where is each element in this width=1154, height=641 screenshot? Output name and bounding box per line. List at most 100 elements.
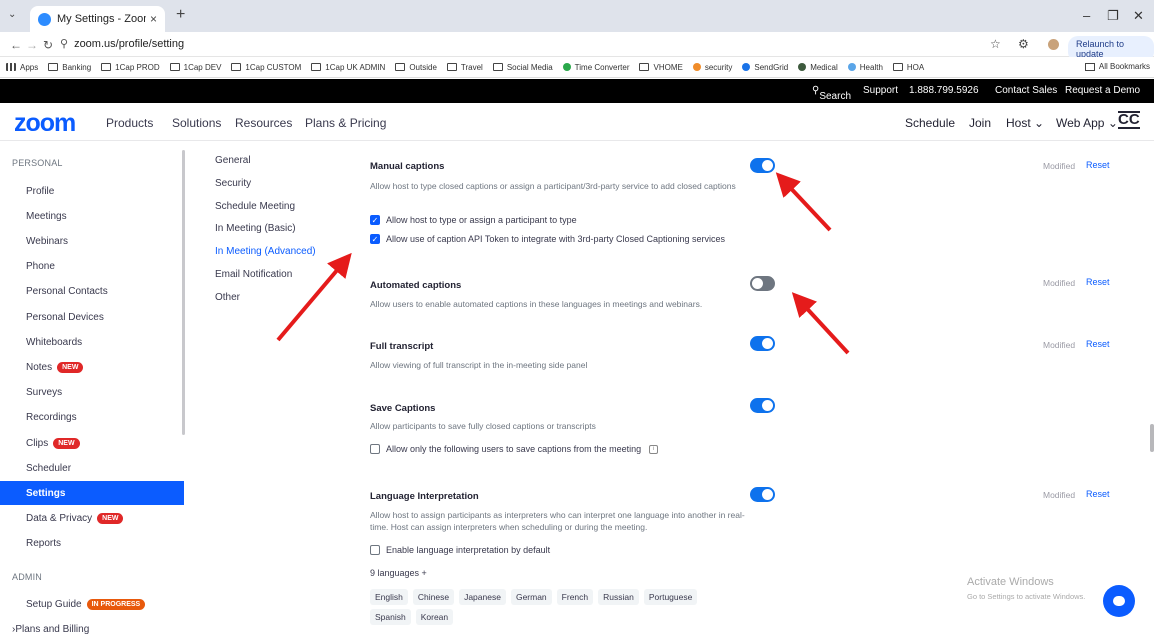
submenu-item-general[interactable]: General [215, 155, 251, 166]
bookmark-item[interactable]: Apps [6, 63, 38, 72]
automated-captions-toggle[interactable] [750, 276, 775, 291]
nav-solutions[interactable]: Solutions [172, 116, 221, 130]
bookmark-item[interactable]: Outside [395, 63, 437, 72]
sidebar-item-recordings[interactable]: Recordings [0, 406, 184, 430]
language-interpretation-toggle[interactable] [750, 487, 775, 502]
nav-web-app[interactable]: Web App ⌄ [1056, 116, 1118, 130]
sidebar-item-clips[interactable]: Clips NEW [0, 431, 184, 455]
bookmark-label: 1Cap UK ADMIN [325, 62, 386, 72]
checkbox-unchecked-icon[interactable] [370, 444, 380, 454]
submenu-item-schedule-meeting[interactable]: Schedule Meeting [215, 201, 295, 212]
option-label: Enable language interpretation by defaul… [386, 545, 551, 555]
extensions-icon[interactable]: ⚙ [1018, 37, 1029, 51]
bookmark-item[interactable]: Medical [798, 63, 838, 72]
bookmark-item[interactable]: 1Cap DEV [169, 63, 221, 72]
save-captions-toggle[interactable] [750, 398, 775, 413]
checkbox-checked-icon[interactable]: ✓ [370, 215, 380, 225]
browser-tab[interactable]: My Settings - Zoom × [30, 6, 165, 32]
sidebar-item-reports[interactable]: Reports [0, 532, 184, 556]
nav-host[interactable]: Host ⌄ [1006, 116, 1044, 130]
sidebar-item-scheduler[interactable]: Scheduler [0, 456, 184, 480]
contact-sales-link[interactable]: Contact Sales [995, 85, 1057, 96]
manual-captions-reset[interactable]: Reset [1086, 160, 1110, 170]
manual-captions-toggle[interactable] [750, 158, 775, 173]
bookmark-item[interactable]: Health [847, 63, 883, 72]
bookmark-item[interactable]: 1Cap CUSTOM [231, 63, 301, 72]
languages-count-button[interactable]: 9 languages + [370, 568, 427, 578]
sidebar-item-data-privacy[interactable]: Data & Privacy NEW [0, 507, 184, 531]
language-interpretation-reset[interactable]: Reset [1086, 489, 1110, 499]
phone-link[interactable]: 1.888.799.5926 [909, 85, 979, 96]
restore-icon[interactable]: ❐ [1107, 8, 1119, 24]
sidebar-item-settings[interactable]: Settings [0, 481, 184, 506]
manual-captions-option-2[interactable]: ✓ Allow use of caption API Token to inte… [370, 234, 725, 244]
forward-icon[interactable]: → [26, 38, 38, 52]
checkbox-checked-icon[interactable]: ✓ [370, 234, 380, 244]
bookmark-item[interactable]: Travel [446, 62, 483, 72]
sidebar-item-phone[interactable]: Phone [0, 255, 184, 279]
support-link[interactable]: Support [863, 85, 898, 96]
bookmark-item[interactable]: Social Media [492, 63, 553, 72]
nav-schedule[interactable]: Schedule [905, 116, 955, 130]
nav-products[interactable]: Products [106, 116, 153, 130]
automated-captions-reset[interactable]: Reset [1086, 277, 1110, 287]
nav-join[interactable]: Join [969, 116, 991, 130]
bookmark-item[interactable]: HOA [892, 63, 924, 72]
back-icon[interactable]: ← [10, 38, 22, 52]
zoom-logo[interactable]: zoom [14, 109, 76, 138]
bookmark-item[interactable]: Time Converter [562, 63, 629, 72]
reload-icon[interactable]: ↻ [43, 38, 53, 52]
zoom-top-bar: ⚲ Search Support 1.888.799.5926 Contact … [0, 79, 1154, 103]
tab-search-icon[interactable]: ⌄ [8, 9, 16, 20]
sidebar-item-setup-guide[interactable]: Setup Guide IN PROGRESS [0, 592, 184, 616]
sidebar-item-personal-contacts[interactable]: Personal Contacts [0, 280, 184, 304]
full-transcript-toggle[interactable] [750, 336, 775, 351]
search-link[interactable]: ⚲ Search [812, 85, 851, 102]
tab-close-icon[interactable]: × [150, 12, 157, 26]
site-info-icon[interactable]: ⚲ [60, 38, 68, 50]
submenu-item-in-meeting-basic-[interactable]: In Meeting (Basic) [215, 223, 296, 234]
info-icon[interactable]: i [649, 444, 659, 454]
minimize-icon[interactable]: – [1083, 8, 1090, 23]
save-captions-option[interactable]: Allow only the following users to save c… [370, 444, 659, 454]
bookmark-label: Travel [460, 62, 483, 72]
nav-resources[interactable]: Resources [235, 116, 292, 130]
sidebar-scrollbar[interactable] [182, 150, 185, 435]
bookmark-label: SendGrid [754, 62, 789, 72]
profile-avatar[interactable] [1048, 39, 1059, 50]
sidebar-item-notes[interactable]: Notes NEW [0, 355, 184, 379]
bookmark-star-icon[interactable]: ☆ [990, 37, 1001, 51]
submenu-item-email-notification[interactable]: Email Notification [215, 269, 292, 280]
url-field[interactable]: ⚲ zoom.us/profile/setting [60, 37, 184, 50]
manual-captions-option-1[interactable]: ✓ Allow host to type or assign a partici… [370, 215, 577, 225]
window-close-icon[interactable]: ✕ [1133, 8, 1144, 24]
nav-plans-pricing[interactable]: Plans & Pricing [305, 116, 386, 130]
page-scrollbar[interactable] [1150, 424, 1154, 452]
sidebar-item-webinars[interactable]: Webinars [0, 229, 184, 253]
checkbox-unchecked-icon[interactable] [370, 545, 380, 555]
submenu-item-security[interactable]: Security [215, 178, 251, 189]
bookmark-item[interactable]: SendGrid [742, 63, 788, 72]
submenu-item-other[interactable]: Other [215, 292, 240, 303]
bookmark-item[interactable]: 1Cap UK ADMIN [311, 63, 385, 72]
sidebar-item-whiteboards[interactable]: Whiteboards [0, 330, 184, 354]
bookmark-item[interactable]: VHOME [639, 63, 683, 72]
bookmark-item[interactable]: Banking [48, 63, 91, 72]
full-transcript-reset[interactable]: Reset [1086, 339, 1110, 349]
sidebar-item-profile[interactable]: Profile [0, 179, 184, 203]
request-demo-link[interactable]: Request a Demo [1065, 85, 1140, 96]
language-interpretation-option[interactable]: Enable language interpretation by defaul… [370, 545, 550, 555]
sidebar-item-surveys[interactable]: Surveys [0, 381, 184, 405]
sidebar-item-personal-devices[interactable]: Personal Devices [0, 305, 184, 329]
sidebar-item-label: Surveys [26, 387, 63, 399]
bookmark-item[interactable]: security [692, 63, 732, 72]
chat-support-button[interactable] [1103, 585, 1135, 617]
all-bookmarks-button[interactable]: All Bookmarks [1084, 62, 1150, 71]
bookmark-item[interactable]: 1Cap PROD [101, 63, 160, 72]
browser-tab-bar: ⌄ My Settings - Zoom × + – ❐ ✕ [0, 0, 1154, 32]
sidebar-item-plans-and-billing[interactable]: › Plans and Billing [0, 617, 184, 641]
language-chip: Russian [598, 589, 639, 605]
sidebar-item-meetings[interactable]: Meetings [0, 204, 184, 228]
submenu-item-in-meeting-advanced-[interactable]: In Meeting (Advanced) [215, 246, 316, 257]
new-tab-button[interactable]: + [176, 6, 185, 24]
